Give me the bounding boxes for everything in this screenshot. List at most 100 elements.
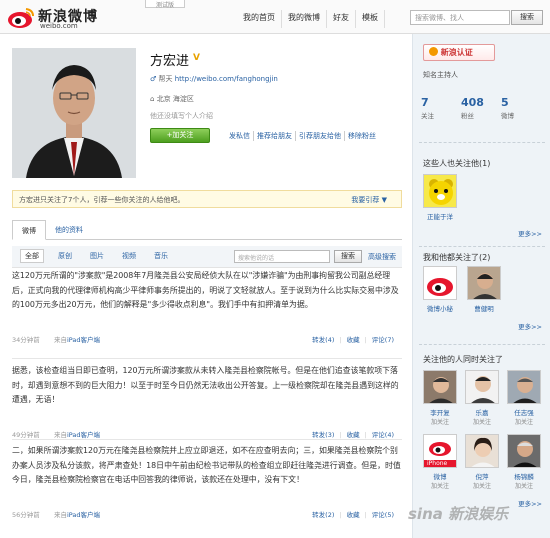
repost-link[interactable]: 转发(4) (312, 336, 334, 344)
post-divider (12, 358, 402, 359)
common-user[interactable]: iPhone 微博 加关注 (421, 434, 459, 490)
source-link[interactable]: iPad客户端 (67, 511, 100, 519)
profile-url-link[interactable]: http://weibo.com/fanghongjin (175, 75, 278, 83)
user-avatar (507, 370, 541, 404)
user-name: 李开复 (430, 409, 450, 417)
post-time[interactable]: 49分钟前 (12, 429, 40, 439)
user-name: 乐嘉 (475, 409, 489, 417)
post-time[interactable]: 56分钟前 (12, 509, 40, 519)
stat-fans[interactable]: 408 粉丝 (461, 96, 491, 126)
sidebar-divider (419, 344, 545, 345)
weibo-logo[interactable]: 新浪微博 weibo.com (6, 4, 126, 32)
comment-link[interactable]: 评论(5) (372, 511, 394, 519)
source-prefix: 来自 (54, 336, 67, 344)
user-name: 任志强 (514, 409, 534, 417)
comment-link[interactable]: 评论(7) (372, 336, 394, 344)
tab-profile[interactable]: 他的资料 (46, 220, 92, 239)
main-column: 方宏进 V ♂ 帮天 http://weibo.com/fanghongjin … (0, 34, 412, 538)
advanced-search-link[interactable]: 高级搜索 (368, 252, 396, 262)
post-source: 来自iPad客户端 (54, 429, 100, 439)
notice-bar: 方宏进只关注了7个人，引荐一些你关注的人给他吧。 我要引荐 ▼ (12, 190, 402, 208)
post-source: 来自iPad客户端 (54, 509, 100, 519)
introduce-friend-link[interactable]: 引荐朋友给他 (296, 131, 345, 141)
follow-link[interactable]: 加关注 (463, 417, 501, 426)
remove-fan-link[interactable]: 移除粉丝 (345, 131, 379, 141)
stat-posts[interactable]: 5 微博 (501, 96, 531, 126)
comment-link[interactable]: 评论(4) (372, 431, 394, 439)
nav-my-weibo[interactable]: 我的微博 (282, 10, 327, 28)
follow-link[interactable]: 加关注 (463, 481, 501, 490)
source-link[interactable]: iPad客户端 (67, 336, 100, 344)
mutual-heading: 我和他都关注了(2) (423, 253, 491, 262)
sidebar: 新浪认证 知名主持人 7 关注 408 粉丝 5 微博 这些人也关注他(1) 正能于洋… (412, 34, 550, 538)
source-prefix: 来自 (54, 431, 67, 439)
sina-verify-badge[interactable]: 新浪认证 (423, 44, 495, 61)
nav-my-home[interactable]: 我的首页 (237, 10, 282, 28)
sidebar-divider (419, 142, 545, 143)
common-user[interactable]: 任志强 加关注 (505, 370, 543, 426)
feed-post: 这120万元所谓的"涉案款"是2008年7月隆尧县公安局经侦大队在以"涉嫌诈骗"… (12, 269, 402, 348)
profile-name: 方宏进 (150, 54, 190, 69)
follow-link[interactable]: 加关注 (421, 481, 459, 490)
profile-stats: 7 关注 408 粉丝 5 微博 (421, 96, 541, 126)
follow-link[interactable]: 加关注 (421, 417, 459, 426)
feed-filters: 全部 原创 图片 视频 音乐 搜索他说的话 搜索 高级搜索 (12, 246, 402, 268)
feed-post: 据悉，该检查组当日即已查明，120万元所谓涉案款从未转入隆尧县检察院帐号。但是在… (12, 364, 402, 443)
repost-link[interactable]: 转发(2) (312, 511, 334, 519)
user-name: 倪萍 (475, 473, 489, 481)
stat-following[interactable]: 7 关注 (421, 96, 451, 126)
user-name: 正能于洋 (427, 213, 453, 221)
user-avatar (465, 434, 499, 468)
post-actions: 转发(2) | 收藏 | 评论(5) (312, 511, 394, 519)
user-name: 微博 (433, 473, 447, 481)
verified-icon: V (193, 53, 200, 63)
common-user[interactable]: 乐嘉 加关注 (463, 370, 501, 426)
follow-link[interactable]: 加关注 (505, 481, 543, 490)
feed-post: 二，如果所谓涉案款120万元在隆尧县检察院并上应立即退还，如不在应查明去向；三，… (12, 444, 402, 523)
post-time[interactable]: 34分钟前 (12, 334, 40, 344)
favorite-link[interactable]: 收藏 (347, 336, 360, 344)
filter-music[interactable]: 音乐 (154, 251, 168, 261)
favorite-link[interactable]: 收藏 (347, 511, 360, 519)
post-text: 这120万元所谓的"涉案款"是2008年7月隆尧县公安局经侦大队在以"涉嫌诈骗"… (12, 271, 399, 309)
profile-bio: 他还没填写个人介绍 (150, 112, 213, 120)
more-link[interactable]: 更多>> (518, 498, 542, 508)
tab-weibo[interactable]: 微博 (12, 220, 46, 240)
more-link[interactable]: 更多>> (518, 228, 542, 238)
search-button[interactable]: 搜索 (511, 10, 543, 25)
recommend-link[interactable]: 推荐给朋友 (254, 131, 296, 141)
send-message-link[interactable]: 发私信 (226, 131, 254, 141)
common-follow-heading: 关注他的人同时关注了 (423, 355, 503, 364)
source-link[interactable]: iPad客户端 (67, 431, 100, 439)
follow-link[interactable]: 加关注 (505, 417, 543, 426)
mutual-user[interactable]: 微博小秘 (421, 266, 459, 313)
favorite-link[interactable]: 收藏 (347, 431, 360, 439)
follow-button[interactable]: +加关注 (150, 128, 210, 143)
filter-all[interactable]: 全部 (20, 249, 44, 263)
more-link[interactable]: 更多>> (518, 321, 542, 331)
common-user[interactable]: 李开复 加关注 (421, 370, 459, 426)
search-input[interactable]: 搜索微博、找人 (410, 10, 510, 25)
filter-images[interactable]: 图片 (90, 251, 104, 261)
filter-original[interactable]: 原创 (58, 251, 72, 261)
verify-icon (429, 47, 438, 56)
feed-search-input[interactable]: 搜索他说的话 (234, 250, 330, 263)
user-avatar (465, 370, 499, 404)
common-user[interactable]: 杨锦麟 加关注 (505, 434, 543, 490)
feed-search-button[interactable]: 搜索 (334, 250, 362, 263)
profile-avatar[interactable] (12, 48, 136, 178)
common-user[interactable]: 倪萍 加关注 (463, 434, 501, 490)
notice-recommend-link[interactable]: 我要引荐 ▼ (351, 195, 387, 205)
filter-video[interactable]: 视频 (122, 251, 136, 261)
logo-url: weibo.com (40, 22, 78, 30)
nav-friends[interactable]: 好友 (327, 10, 356, 28)
verify-label: 新浪认证 (440, 48, 473, 57)
top-nav: 我的首页 我的微博 好友 模板 (237, 10, 385, 28)
gender-icon: ♂ (150, 75, 157, 83)
user-name: 曹健明 (474, 305, 494, 313)
nav-templates[interactable]: 模板 (356, 10, 385, 28)
mutual-user[interactable]: 曹健明 (465, 266, 503, 313)
verify-description: 知名主持人 (423, 71, 458, 79)
also-follow-user[interactable]: 正能于洋 (421, 174, 459, 221)
repost-link[interactable]: 转发(3) (312, 431, 334, 439)
